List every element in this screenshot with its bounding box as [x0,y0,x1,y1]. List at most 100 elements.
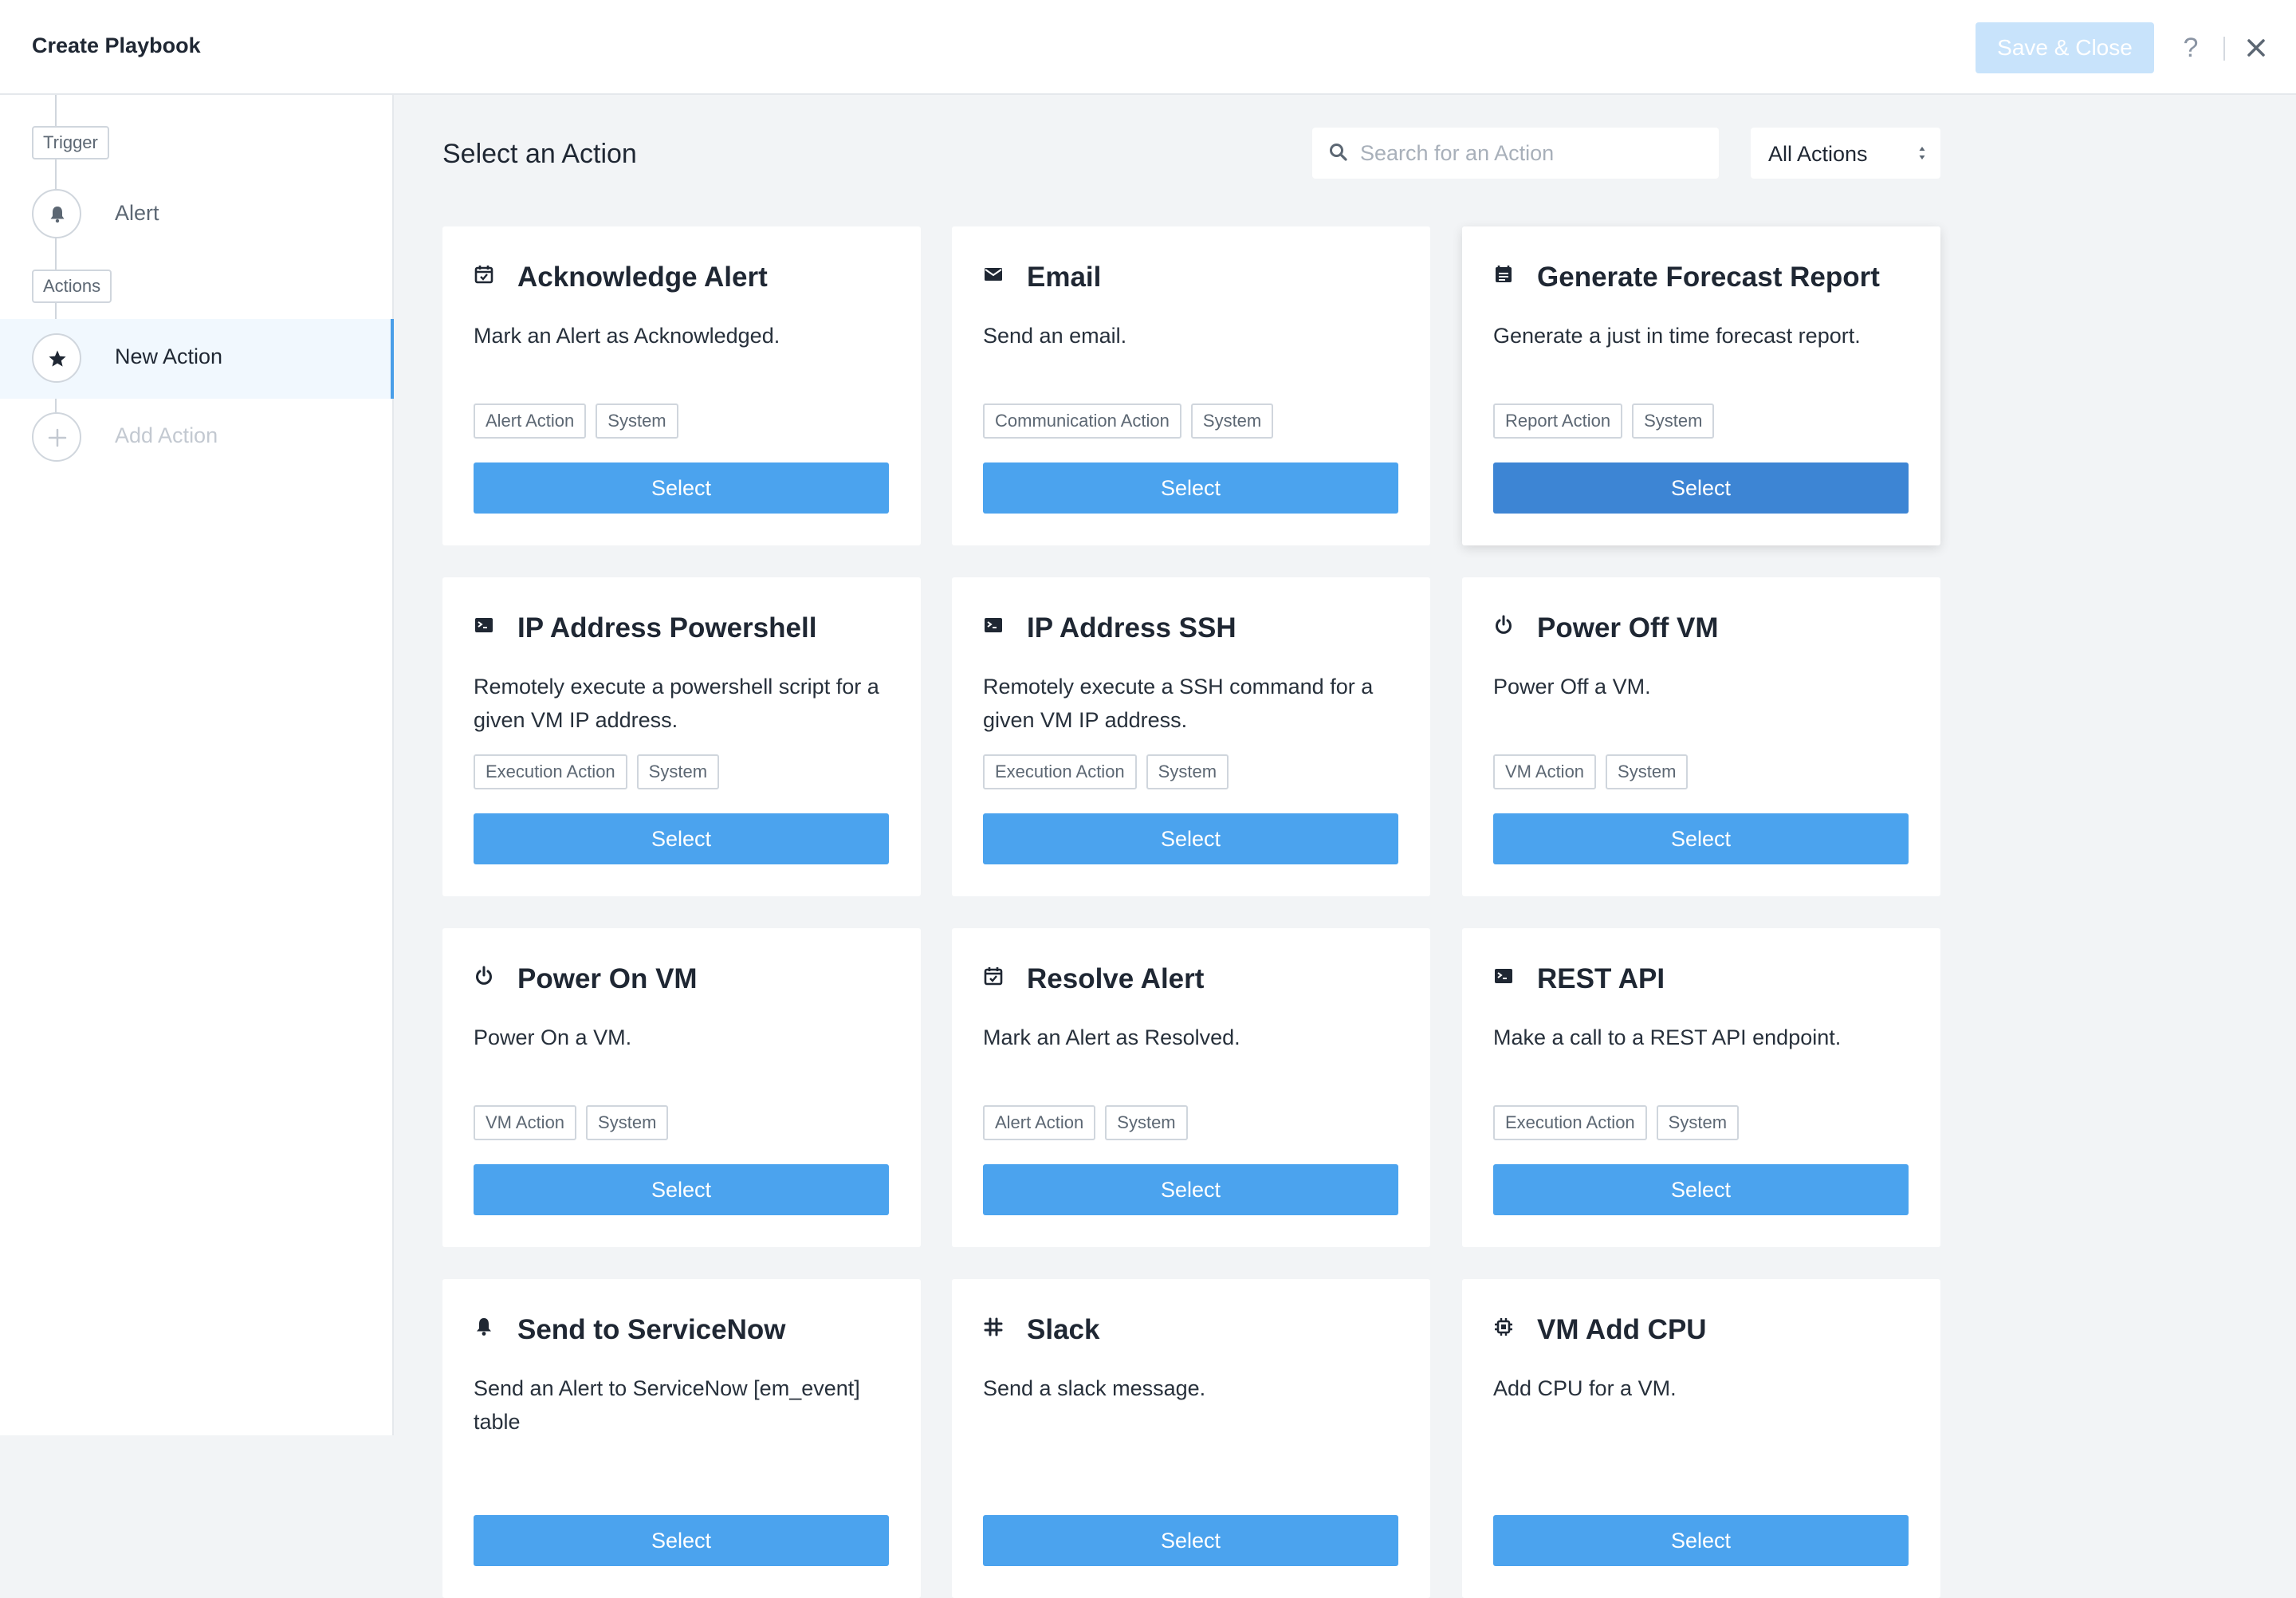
select-action-button[interactable]: Select [983,1515,1398,1566]
power-icon [473,965,495,987]
section-title: Select an Action [442,139,637,169]
new-action-step-label[interactable]: New Action [115,344,222,369]
action-card[interactable]: Slack Send a slack message. Select [952,1279,1430,1598]
search-icon [1330,144,1347,161]
playbook-steps-sidebar: Trigger Alert Actions New Action Add Act… [0,95,394,1435]
action-card-tags: VM Action System [474,1105,669,1140]
new-action-step[interactable] [32,333,81,383]
action-card-tags: Execution Action System [1493,1105,1740,1140]
action-card-title: Power Off VM [1537,612,1719,644]
category-tag: System [1105,1105,1188,1140]
calendar-check-icon [473,263,495,285]
action-card[interactable]: REST API Make a call to a REST API endpoi… [1462,928,1940,1247]
search-input[interactable] [1360,128,1711,179]
category-tag: System [1146,754,1229,789]
action-card-description: Mark an Alert as Resolved. [983,1025,1240,1049]
action-search-box[interactable] [1312,128,1719,179]
action-card-title: IP Address Powershell [517,612,817,644]
bell-icon [50,207,65,223]
category-tag: System [1632,403,1715,439]
header-bar: Create Playbook Save & Close ? [0,0,2296,95]
select-action-button[interactable]: Select [983,1164,1398,1215]
action-card-description: Power On a VM. [474,1025,632,1049]
terminal-icon [473,614,495,636]
category-tag: VM Action [474,1105,577,1140]
category-tag: Execution Action [1493,1105,1647,1140]
action-card-description: Generate a just in time forecast report. [1493,324,1861,348]
action-card-tags: Communication Action System [983,403,1274,439]
category-tag: Alert Action [474,403,587,439]
plus-icon [48,428,67,447]
action-card-description: Make a call to a REST API endpoint. [1493,1025,1842,1049]
action-card-tags: Alert Action System [983,1105,1188,1140]
filter-selected-value: All Actions [1768,142,1868,166]
action-card-title: VM Add CPU [1537,1314,1707,1345]
select-action-button[interactable]: Select [1493,813,1909,864]
action-card[interactable]: Power Off VM Power Off a VM. VM Action Syst… [1462,577,1940,896]
slack-icon [982,1316,1005,1338]
action-card[interactable]: Email Send an email. Communication Action S… [952,226,1430,545]
cpu-icon [1492,1316,1515,1338]
add-action-label[interactable]: Add Action [115,423,218,448]
trigger-step-label[interactable]: Alert [115,201,159,226]
select-action-button[interactable]: Select [474,1164,889,1215]
select-action-button[interactable]: Select [474,1515,889,1566]
select-action-button[interactable]: Select [1493,1515,1909,1566]
category-tag: System [1190,403,1274,439]
select-action-button[interactable]: Select [1493,462,1909,514]
close-icon[interactable] [2239,30,2274,65]
action-card-title: REST API [1537,963,1665,994]
action-card-description: Send an email. [983,324,1127,348]
category-tag: Alert Action [983,1105,1096,1140]
add-action-step[interactable] [32,412,81,462]
action-card[interactable]: Power On VM Power On a VM. VM Action System… [442,928,921,1247]
action-card[interactable]: IP Address Powershell Remotely execute a … [442,577,921,896]
select-action-button[interactable]: Select [983,813,1398,864]
action-card[interactable]: IP Address SSH Remotely execute a SSH com… [952,577,1430,896]
action-card[interactable]: Generate Forecast Report Generate a just … [1462,226,1940,545]
category-tag: System [1656,1105,1740,1140]
action-card-description: Mark an Alert as Acknowledged. [474,324,780,348]
terminal-icon [1492,965,1515,987]
page-title: Create Playbook [32,33,201,57]
category-tag: System [636,754,720,789]
category-tag: VM Action [1493,754,1597,789]
header-divider [2223,37,2225,61]
action-card[interactable]: Acknowledge Alert Mark an Alert as Acknow… [442,226,921,545]
envelope-icon [982,263,1005,285]
category-tag: Communication Action [983,403,1181,439]
save-close-button[interactable]: Save & Close [1976,22,2154,73]
action-card-description: Power Off a VM. [1493,675,1651,699]
action-card-title: Email [1027,262,1102,293]
action-card[interactable]: Resolve Alert Mark an Alert as Resolved. A… [952,928,1430,1247]
select-action-button[interactable]: Select [474,813,889,864]
action-card-title: Resolve Alert [1027,963,1205,994]
trigger-section-label: Trigger [32,126,109,159]
action-filter-select[interactable]: All Actions [1751,128,1940,179]
select-action-button[interactable]: Select [474,462,889,514]
action-card-title: Slack [1027,1314,1100,1345]
category-tag: Execution Action [983,754,1137,789]
action-card-tags: VM Action System [1493,754,1689,789]
action-card-tags: Alert Action System [474,403,678,439]
action-card-description: Remotely execute a powershell script for… [474,675,879,732]
action-card-tags: Execution Action System [983,754,1229,789]
action-card-title: Power On VM [517,963,698,994]
actions-section-label: Actions [32,270,112,303]
terminal-icon [982,614,1005,636]
category-tag: Report Action [1493,403,1623,439]
bell-icon [473,1316,495,1338]
action-card-description: Remotely execute a SSH command for a giv… [983,675,1374,732]
action-card-title: IP Address SSH [1027,612,1236,644]
select-action-button[interactable]: Select [1493,1164,1909,1215]
alert-trigger-step[interactable] [32,189,81,238]
action-card-title: Generate Forecast Report [1537,262,1880,293]
help-button[interactable]: ? [2175,29,2207,67]
action-card[interactable]: Send to ServiceNow Send an Alert to Servi… [442,1279,921,1598]
select-arrows-icon [1919,147,1925,159]
action-card[interactable]: VM Add CPU Add CPU for a VM. Select [1462,1279,1940,1598]
action-card-tags: Report Action System [1493,403,1715,439]
action-card-description: Send a slack message. [983,1376,1206,1400]
select-action-button[interactable]: Select [983,462,1398,514]
report-icon [1492,263,1515,285]
